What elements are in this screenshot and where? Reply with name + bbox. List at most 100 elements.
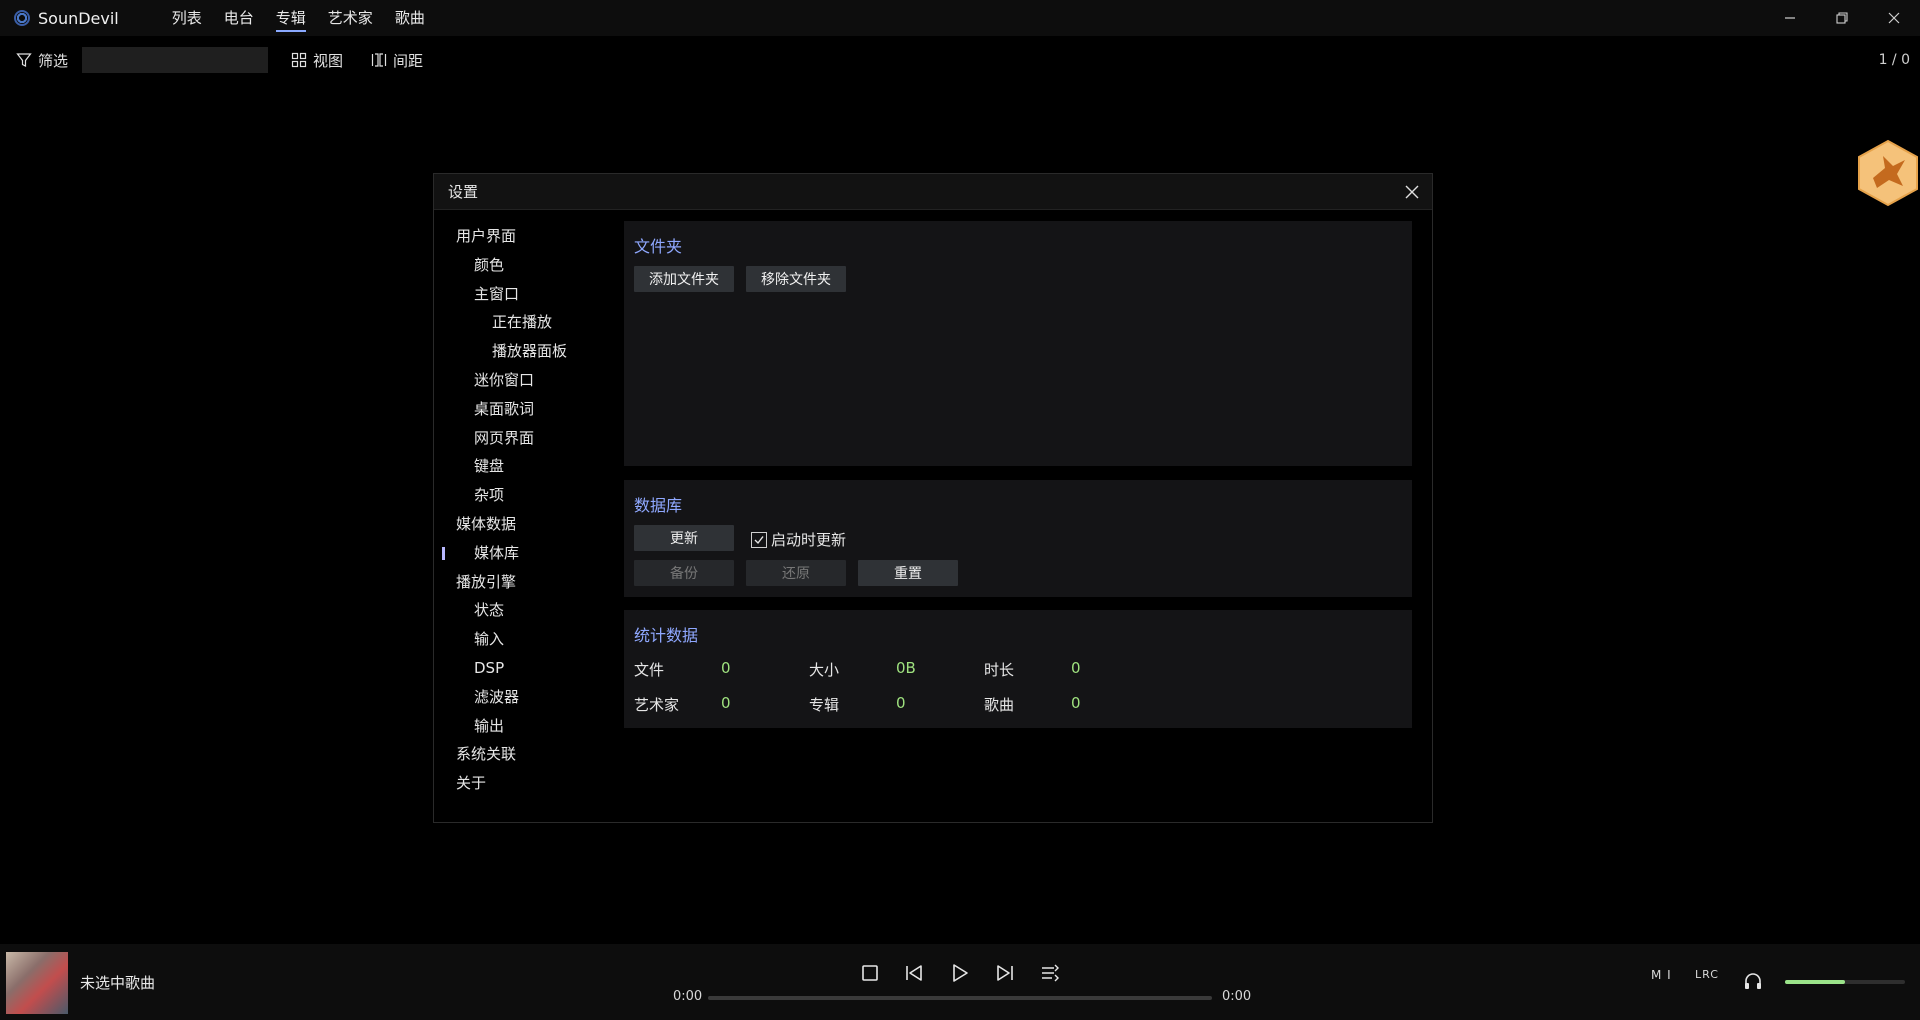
nav-tab-songs[interactable]: 歌曲 [384, 0, 436, 36]
song-title: 未选中歌曲 [80, 974, 156, 992]
spacing-button[interactable]: 间距 [371, 50, 423, 71]
stat-albums-value: 0 [896, 694, 906, 712]
window-close-button[interactable] [1868, 0, 1920, 36]
window-controls [1764, 0, 1920, 36]
nav-tab-artists[interactable]: 艺术家 [317, 0, 384, 36]
lyrics-button[interactable]: LRC [1695, 968, 1719, 981]
grid-view-icon [291, 52, 307, 68]
tree-item-web-ui[interactable]: 网页界面 [434, 424, 614, 453]
settings-tree: 用户界面 颜色 主窗口 正在播放 播放器面板 迷你窗口 桌面歌词 网页界面 键盘… [434, 222, 614, 798]
nav-tab-albums[interactable]: 专辑 [265, 0, 317, 36]
bird-icon [1858, 139, 1918, 207]
tree-item-main-window[interactable]: 主窗口 [434, 280, 614, 309]
tree-item-player-panel[interactable]: 播放器面板 [434, 337, 614, 366]
folders-title: 文件夹 [634, 237, 683, 256]
close-icon [1405, 185, 1419, 199]
stat-songs-value: 0 [1071, 694, 1081, 712]
tree-item-colors[interactable]: 颜色 [434, 251, 614, 280]
close-icon [1888, 12, 1900, 24]
restore-icon [1836, 12, 1848, 24]
app-logo-icon [14, 10, 30, 26]
nav-tab-radio[interactable]: 电台 [213, 0, 265, 36]
tree-item-mini-window[interactable]: 迷你窗口 [434, 366, 614, 395]
output-device-button[interactable] [1738, 966, 1768, 996]
mini-mode-button[interactable]: M I [1651, 968, 1672, 982]
tree-item-filters[interactable]: 滤波器 [434, 683, 614, 712]
tree-item-now-playing[interactable]: 正在播放 [434, 308, 614, 337]
stat-artists-label: 艺术家 [634, 696, 680, 714]
tree-item-user-interface[interactable]: 用户界面 [434, 222, 614, 251]
tree-item-status[interactable]: 状态 [434, 596, 614, 625]
tree-item-input[interactable]: 输入 [434, 625, 614, 654]
spacing-icon [371, 53, 387, 67]
stat-songs-label: 歌曲 [984, 696, 1015, 714]
tree-item-media-library[interactable]: 媒体库 [434, 539, 614, 568]
floating-bird-button[interactable] [1855, 138, 1920, 208]
update-on-start-label: 启动时更新 [771, 531, 847, 549]
stat-albums-label: 专辑 [809, 696, 840, 714]
view-label: 视图 [313, 51, 344, 70]
tree-item-misc[interactable]: 杂项 [434, 481, 614, 510]
previous-button[interactable] [899, 958, 929, 988]
player-bar: 未选中歌曲 0:00 0:00 M I LRC [0, 944, 1920, 1020]
tree-item-desktop-lyrics[interactable]: 桌面歌词 [434, 395, 614, 424]
restore-button[interactable]: 还原 [746, 560, 846, 586]
database-title: 数据库 [634, 496, 683, 515]
play-icon [953, 964, 968, 982]
stat-size-value: 0B [896, 659, 916, 677]
album-cover[interactable] [6, 952, 68, 1014]
checkbox-box [751, 531, 767, 548]
tree-item-output[interactable]: 输出 [434, 712, 614, 741]
folders-panel: 文件夹 添加文件夹 移除文件夹 [624, 221, 1412, 466]
playlist-mode-button[interactable] [1035, 958, 1065, 988]
tree-item-keyboard[interactable]: 键盘 [434, 452, 614, 481]
search-input[interactable] [82, 47, 269, 73]
statistics-panel: 统计数据 文件 0 大小 0B 时长 0 艺术家 0 专辑 0 歌曲 0 [624, 610, 1412, 728]
stat-duration-value: 0 [1071, 659, 1081, 677]
stop-button[interactable] [855, 958, 885, 988]
filter-button[interactable]: 筛选 [16, 50, 68, 71]
dialog-close-button[interactable] [1400, 180, 1424, 204]
checkmark-icon [754, 535, 764, 544]
volume-slider[interactable] [1785, 980, 1905, 984]
app-name: SounDevil [38, 8, 119, 28]
update-on-start-checkbox[interactable]: 启动时更新 [751, 529, 846, 550]
minimize-icon [1785, 17, 1795, 19]
play-button[interactable] [945, 958, 975, 988]
backup-button[interactable]: 备份 [634, 560, 734, 586]
tree-item-file-association[interactable]: 系统关联 [434, 740, 614, 769]
update-button[interactable]: 更新 [634, 525, 734, 551]
volume-fill [1785, 980, 1845, 984]
dialog-title: 设置 [448, 183, 479, 201]
dialog-header: 设置 [434, 174, 1432, 210]
statistics-title: 统计数据 [634, 626, 699, 645]
stat-files-value: 0 [721, 659, 731, 677]
minimize-button[interactable] [1764, 0, 1816, 36]
progress-bar[interactable] [708, 996, 1212, 1000]
previous-icon [906, 965, 922, 981]
nav-tab-list[interactable]: 列表 [161, 0, 213, 36]
tree-item-dsp[interactable]: DSP [434, 654, 614, 683]
tree-item-playback-engine[interactable]: 播放引擎 [434, 568, 614, 597]
current-time: 0:00 [673, 989, 703, 1004]
tree-item-about[interactable]: 关于 [434, 769, 614, 798]
page-count: 1 / 0 [1878, 52, 1910, 68]
playlist-icon [1042, 964, 1059, 982]
next-icon [997, 965, 1013, 981]
main-nav: 列表 电台 专辑 艺术家 歌曲 [161, 0, 436, 36]
remove-folder-button[interactable]: 移除文件夹 [746, 266, 846, 292]
stat-files-label: 文件 [634, 661, 665, 679]
add-folder-button[interactable]: 添加文件夹 [634, 266, 734, 292]
stop-icon [862, 965, 878, 981]
settings-dialog: 设置 用户界面 颜色 主窗口 正在播放 播放器面板 迷你窗口 桌面歌词 网页界面… [433, 173, 1433, 823]
view-button[interactable]: 视图 [291, 50, 343, 71]
reset-button[interactable]: 重置 [858, 560, 958, 586]
tree-item-media-data[interactable]: 媒体数据 [434, 510, 614, 539]
filter-icon [16, 53, 32, 67]
stat-artists-value: 0 [721, 694, 731, 712]
restore-button[interactable] [1816, 0, 1868, 36]
title-bar: SounDevil 列表 电台 专辑 艺术家 歌曲 [0, 0, 1920, 36]
next-button[interactable] [990, 958, 1020, 988]
stat-duration-label: 时长 [984, 661, 1015, 679]
toolbar: 筛选 视图 间距 1 / 0 [0, 44, 1920, 76]
